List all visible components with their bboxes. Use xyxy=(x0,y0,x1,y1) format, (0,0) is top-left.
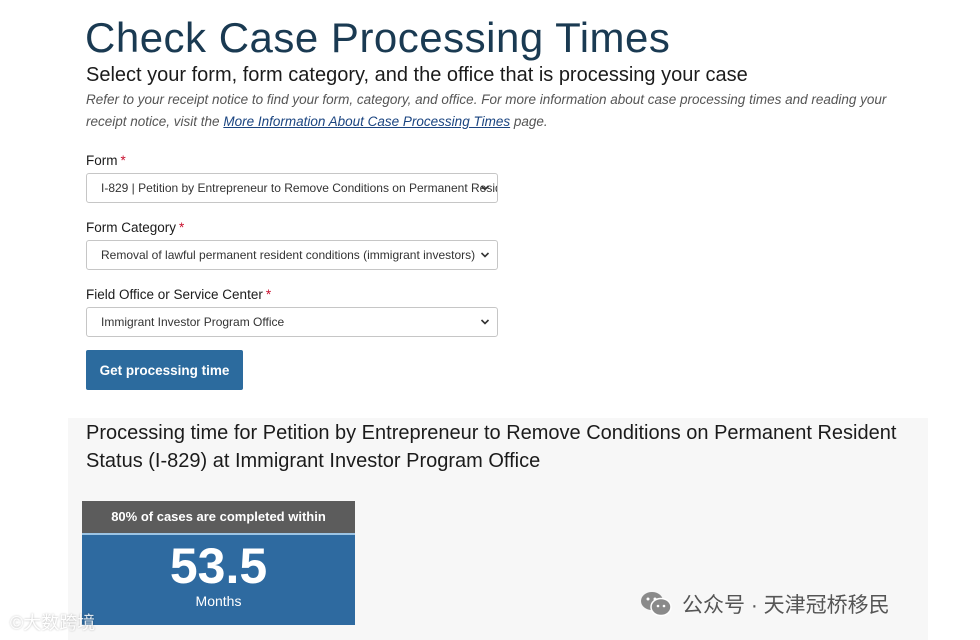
form-category-label: Form Category * xyxy=(86,220,184,235)
processing-time-unit: Months xyxy=(195,593,242,609)
card-header: 80% of cases are completed within xyxy=(82,501,355,533)
chevron-down-icon xyxy=(480,319,490,325)
form-category-select-value: Removal of lawful permanent resident con… xyxy=(101,248,476,262)
processing-time-value: 53.5 xyxy=(169,538,268,594)
form-select[interactable]: I-829 | Petition by Entrepreneur to Remo… xyxy=(86,173,498,203)
form-select-value: I-829 | Petition by Entrepreneur to Remo… xyxy=(101,181,497,195)
office-label: Field Office or Service Center * xyxy=(86,287,271,302)
intro-text: Refer to your receipt notice to find you… xyxy=(86,89,926,133)
page-subtitle: Select your form, form category, and the… xyxy=(86,64,748,86)
watermark-right: 公众号 · 天津冠桥移民 xyxy=(640,589,890,619)
form-label: Form * xyxy=(86,153,126,168)
required-mark: * xyxy=(179,220,185,235)
processing-time-card: 80% of cases are completed within 53.5 M… xyxy=(82,501,355,625)
required-mark: * xyxy=(120,153,126,168)
card-body: 53.5 Months xyxy=(82,533,355,625)
intro-text-end: page. xyxy=(510,114,548,129)
more-info-link[interactable]: More Information About Case Processing T… xyxy=(223,114,510,129)
chevron-down-icon xyxy=(480,185,490,191)
chevron-down-icon xyxy=(480,252,490,258)
wechat-icon xyxy=(641,592,672,617)
office-select-value: Immigrant Investor Program Office xyxy=(101,315,285,329)
watermark-left: ©大数跨境 xyxy=(10,613,96,633)
form-category-label-text: Form Category xyxy=(86,220,177,235)
page-title: Check Case Processing Times xyxy=(85,14,671,61)
office-select[interactable]: Immigrant Investor Program Office xyxy=(86,307,498,337)
form-label-text: Form xyxy=(86,153,118,168)
office-label-text: Field Office or Service Center xyxy=(86,287,263,302)
required-mark: * xyxy=(265,287,272,302)
result-title: Processing time for Petition by Entrepre… xyxy=(86,422,897,472)
form-category-select[interactable]: Removal of lawful permanent resident con… xyxy=(86,240,498,270)
watermark-right-text: 公众号 · 天津冠桥移民 xyxy=(682,594,890,617)
get-processing-time-button[interactable]: Get processing time xyxy=(86,350,243,390)
